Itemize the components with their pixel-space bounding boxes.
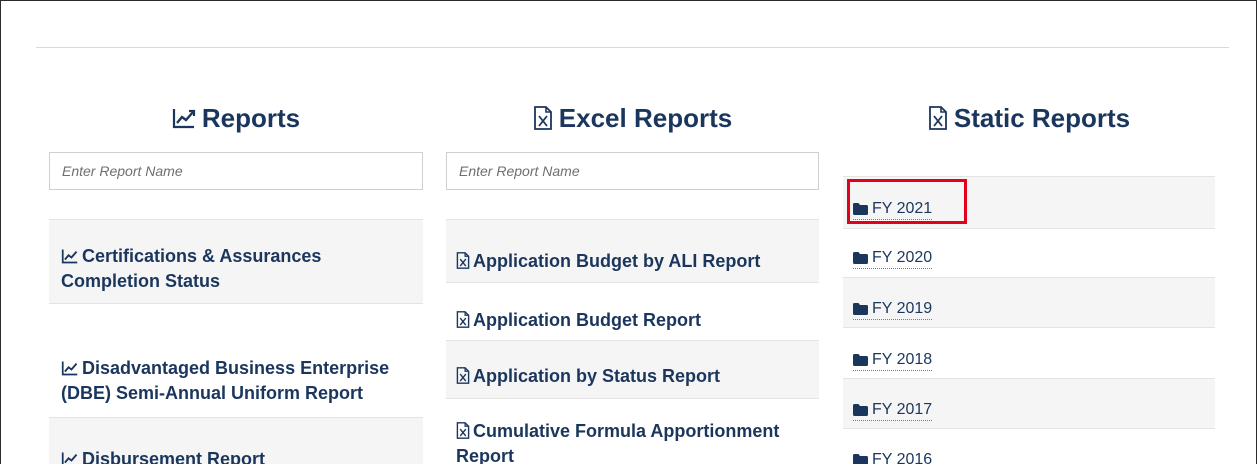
- report-link[interactable]: Application Budget Report: [456, 309, 701, 334]
- report-link[interactable]: Application Budget by ALI Report: [456, 250, 760, 275]
- excel-reports-search-input[interactable]: [446, 152, 819, 190]
- folder-icon: [853, 404, 868, 416]
- report-link[interactable]: Disbursement Report: [61, 448, 265, 464]
- folder-item[interactable]: FY 2019: [843, 277, 1215, 327]
- reports-title: Reports: [201, 102, 301, 133]
- list-item[interactable]: Cumulative Formula Apportionment Report: [446, 398, 819, 464]
- list-item[interactable]: Application by Status Report: [446, 340, 819, 398]
- static-reports-title: Static Reports: [953, 102, 1131, 133]
- reports-column: Reports Certifications & Assurances Comp…: [49, 96, 423, 464]
- line-chart-icon: [172, 107, 196, 129]
- excel-file-icon: [456, 367, 470, 390]
- folder-icon: [853, 454, 868, 464]
- folder-link-fy2020[interactable]: FY 2020: [853, 249, 933, 269]
- excel-reports-list: Application Budget by ALI Report Applica…: [446, 219, 819, 464]
- excel-reports-column: Excel Reports Application Budget by ALI …: [446, 96, 819, 464]
- folder-link-fy2018[interactable]: FY 2018: [853, 351, 933, 371]
- line-chart-icon: [61, 359, 79, 382]
- folder-item[interactable]: FY 2020: [843, 228, 1215, 277]
- folder-item[interactable]: FY 2017: [843, 378, 1215, 428]
- excel-reports-title: Excel Reports: [558, 102, 733, 133]
- report-link[interactable]: Certifications & Assurances Completion S…: [61, 245, 409, 293]
- reports-heading: Reports: [49, 96, 423, 140]
- report-label: Disbursement Report: [82, 449, 266, 464]
- folder-label: FY 2020: [872, 249, 933, 266]
- folder-link-fy2019[interactable]: FY 2019: [853, 300, 933, 320]
- static-reports-heading: Static Reports: [843, 96, 1215, 140]
- line-chart-icon: [61, 450, 79, 464]
- report-link[interactable]: Cumulative Formula Apportionment Report: [456, 420, 807, 464]
- list-item[interactable]: Disbursement Report: [49, 417, 423, 464]
- line-chart-icon: [61, 247, 79, 270]
- excel-file-icon: [533, 106, 553, 130]
- folder-label: FY 2017: [872, 401, 933, 418]
- report-label: Certifications & Assurances Completion S…: [61, 246, 322, 291]
- page-frame: Reports Certifications & Assurances Comp…: [0, 0, 1257, 464]
- report-label: Application Budget by ALI Report: [473, 251, 761, 271]
- divider: [36, 47, 1229, 48]
- reports-list: Certifications & Assurances Completion S…: [49, 219, 423, 464]
- static-reports-folder-list: FY 2021 FY 2020 FY 2019 FY 2018 FY 2017 …: [843, 176, 1215, 464]
- folder-label: FY 2018: [872, 351, 933, 368]
- folder-link-fy2021[interactable]: FY 2021: [853, 200, 933, 220]
- folder-item[interactable]: FY 2016: [843, 428, 1215, 464]
- folder-icon: [853, 354, 868, 366]
- folder-icon: [853, 203, 868, 215]
- report-link[interactable]: Application by Status Report: [456, 365, 720, 390]
- folder-icon: [853, 252, 868, 264]
- folder-item[interactable]: FY 2021: [843, 176, 1215, 228]
- folder-link-fy2017[interactable]: FY 2017: [853, 401, 933, 421]
- list-item[interactable]: Disadvantaged Business Enterprise (DBE) …: [49, 303, 423, 417]
- folder-link-fy2016[interactable]: FY 2016: [853, 451, 932, 464]
- report-label: Disadvantaged Business Enterprise (DBE) …: [61, 358, 390, 403]
- folder-label: FY 2021: [872, 200, 933, 217]
- report-label: Application by Status Report: [473, 366, 721, 386]
- excel-file-icon: [928, 106, 948, 130]
- folder-item[interactable]: FY 2018: [843, 327, 1215, 378]
- folder-label: FY 2019: [872, 300, 933, 317]
- reports-search-input[interactable]: [49, 152, 423, 190]
- excel-reports-heading: Excel Reports: [446, 96, 819, 140]
- excel-file-icon: [456, 422, 470, 445]
- excel-file-icon: [456, 252, 470, 275]
- report-label: Cumulative Formula Apportionment Report: [456, 421, 780, 464]
- folder-label: FY 2016: [872, 451, 933, 464]
- list-item[interactable]: Application Budget by ALI Report: [446, 219, 819, 282]
- report-label: Application Budget Report: [473, 310, 701, 330]
- report-link[interactable]: Disadvantaged Business Enterprise (DBE) …: [61, 357, 409, 405]
- list-item[interactable]: Certifications & Assurances Completion S…: [49, 219, 423, 303]
- folder-icon: [853, 303, 868, 315]
- list-item[interactable]: Application Budget Report: [446, 282, 819, 340]
- static-reports-column: Static Reports FY 2021 FY 2020 FY 2019 F…: [843, 96, 1215, 464]
- excel-file-icon: [456, 311, 470, 334]
